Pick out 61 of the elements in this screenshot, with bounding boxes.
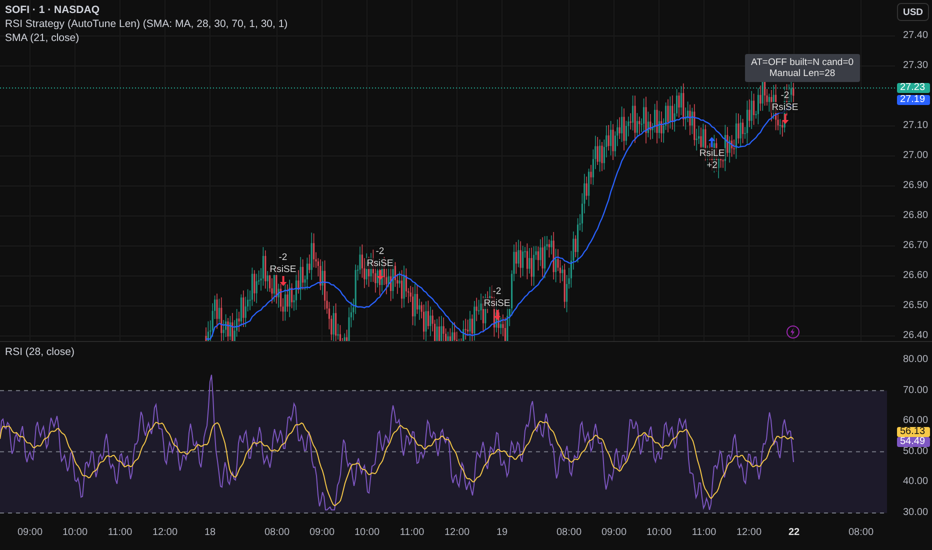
time-tick: 11:00 <box>400 527 424 538</box>
signal-quantity: -2 <box>780 90 790 101</box>
status-text: Manual Len=28 <box>769 68 836 79</box>
last-price-label: 27.23 <box>897 83 930 93</box>
time-tick: 11:00 <box>692 527 716 538</box>
time-tick: 10:00 <box>354 527 380 538</box>
time-tick: 10:00 <box>62 527 88 538</box>
price-tick: 26.70 <box>903 241 928 251</box>
rsi-tick: 60.00 <box>903 416 928 426</box>
down-arrow-icon <box>782 114 788 124</box>
time-tick: 09:00 <box>17 527 43 538</box>
time-tick: 08:00 <box>556 527 582 538</box>
rsi-average-label: 54.49 <box>897 437 930 447</box>
price-tick: 27.30 <box>903 61 928 71</box>
time-tick: 12:00 <box>444 527 470 538</box>
time-tick: 08:00 <box>264 527 290 538</box>
price-tick: 26.40 <box>903 331 928 341</box>
down-arrow-icon <box>376 270 384 280</box>
time-tick: 12:00 <box>152 527 178 538</box>
time-tick: 18 <box>204 527 216 538</box>
signal-label: RsiSE <box>268 264 298 275</box>
time-tick: 22 <box>788 527 800 538</box>
signal-quantity: -2 <box>492 286 502 297</box>
price-tick: 26.80 <box>903 211 928 221</box>
price-tick: 26.60 <box>903 271 928 281</box>
price-tick: 26.50 <box>903 301 928 311</box>
signal-quantity: -2 <box>374 246 386 257</box>
time-tick: 12:00 <box>736 527 762 538</box>
down-arrow-icon <box>494 310 500 320</box>
time-tick: 08:00 <box>848 527 874 538</box>
price-tick: 27.00 <box>903 151 928 161</box>
signal-quantity: -2 <box>278 252 288 263</box>
time-tick: 09:00 <box>601 527 627 538</box>
rsi-tick: 80.00 <box>903 355 928 365</box>
time-tick: 10:00 <box>646 527 672 538</box>
lightning-icon[interactable] <box>786 325 800 339</box>
signal-label: RsiSE <box>366 258 394 269</box>
price-tick: 26.90 <box>903 181 928 191</box>
rsi-title: RSI (28, close) <box>5 346 74 359</box>
rsi-value-label: 56.13 <box>897 427 930 437</box>
indicator-label: SMA (21, close) <box>5 32 80 45</box>
down-arrow-icon <box>280 276 286 286</box>
time-tick: 09:00 <box>309 527 335 538</box>
signal-label: RsiLE <box>698 148 726 159</box>
price-tick: 27.40 <box>903 31 928 41</box>
time-tick: 11:00 <box>108 527 132 538</box>
signal-quantity: +2 <box>706 160 718 171</box>
currency-button[interactable]: USD <box>897 3 929 21</box>
rsi-tick: 70.00 <box>903 386 928 396</box>
strategy-label: RSI Strategy (AutoTune Len) (SMA: MA, 28, 30, 70, 1, 30, 1) <box>5 18 288 31</box>
symbol-title: SOFI · 1 · NASDAQ <box>5 4 101 17</box>
up-arrow-icon <box>708 137 716 147</box>
time-tick: 19 <box>496 527 508 538</box>
moving-average-price-label: 27.19 <box>897 95 930 105</box>
signal-label: RsiSE <box>482 298 512 309</box>
signal-label: RsiSE <box>770 102 800 113</box>
status-text: AT=OFF built=N cand=0 <box>751 57 854 68</box>
rsi-tick: 30.00 <box>903 508 928 518</box>
rsi-tick: 50.00 <box>903 446 928 457</box>
price-tick: 27.10 <box>903 121 928 131</box>
rsi-tick: 40.00 <box>903 477 928 488</box>
